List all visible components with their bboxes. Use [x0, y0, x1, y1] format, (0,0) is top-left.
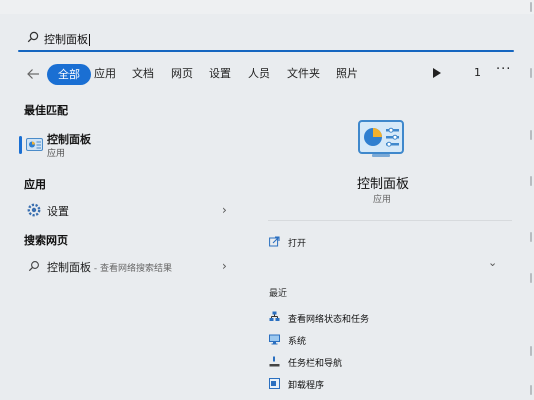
gear-icon	[27, 203, 41, 220]
search-icon	[27, 31, 39, 43]
best-match-subtitle: 应用	[47, 149, 66, 159]
detail-title: 控制面板	[357, 177, 410, 192]
back-arrow-icon[interactable]	[24, 65, 42, 83]
network-icon	[269, 311, 280, 325]
web-search-label: 控制面板	[47, 261, 91, 274]
tab-documents[interactable]: 文档	[132, 64, 154, 84]
divider	[268, 220, 512, 221]
recent-item-system[interactable]: 系统	[288, 334, 306, 347]
tab-settings[interactable]: 设置	[209, 64, 231, 84]
chevron-down-icon[interactable]: ⌄	[488, 256, 497, 269]
tab-web[interactable]: 网页	[171, 64, 193, 84]
play-icon[interactable]	[433, 68, 441, 78]
app-item-label: 设置	[47, 205, 69, 218]
scrollbar-mark	[530, 130, 532, 140]
taskbar-icon	[269, 356, 280, 370]
recent-item-network[interactable]: 查看网络状态和任务	[288, 312, 369, 325]
top-strip	[0, 0, 534, 14]
search-focus-underline	[18, 50, 514, 52]
section-best-match: 最佳匹配	[24, 104, 68, 117]
tab-folders[interactable]: 文件夹	[287, 64, 320, 84]
more-options-icon[interactable]: ···	[496, 62, 511, 77]
tab-photos[interactable]: 照片	[336, 64, 358, 84]
scrollbar-mark	[530, 385, 532, 395]
chevron-right-icon[interactable]: ›	[222, 203, 227, 217]
recent-item-taskbar[interactable]: 任务栏和导航	[288, 356, 342, 369]
chevron-right-icon[interactable]: ›	[222, 259, 227, 273]
scrollbar-mark	[530, 346, 532, 356]
scrollbar-mark	[530, 273, 532, 283]
section-apps: 应用	[24, 178, 46, 191]
search-box[interactable]	[18, 25, 514, 51]
detail-subtitle: 应用	[373, 195, 392, 205]
web-search-sub: - 查看网络搜索结果	[91, 264, 172, 274]
web-search-text: 控制面板 - 查看网络搜索结果	[47, 259, 172, 275]
section-web: 搜索网页	[24, 234, 68, 247]
recent-heading: 最近	[269, 289, 288, 299]
scrollbar-mark	[530, 176, 532, 186]
search-query-text: 控制面板	[44, 33, 88, 46]
scrollbar-mark	[530, 2, 532, 12]
scrollbar[interactable]	[527, 0, 534, 400]
uninstall-icon	[269, 378, 280, 392]
scrollbar-mark	[530, 68, 532, 78]
text-caret	[89, 34, 90, 46]
tab-apps[interactable]: 应用	[94, 64, 116, 84]
best-match-title: 控制面板	[47, 133, 91, 146]
control-panel-icon-large	[358, 120, 404, 163]
result-count: 1	[474, 66, 481, 79]
scrollbar-mark	[530, 232, 532, 242]
recent-item-uninstall[interactable]: 卸载程序	[288, 378, 324, 391]
search-input[interactable]: 控制面板	[44, 31, 90, 47]
tab-all[interactable]: 全部	[47, 64, 91, 85]
control-panel-icon	[26, 138, 43, 155]
open-label: 打开	[288, 239, 307, 249]
open-external-icon	[269, 236, 280, 250]
monitor-icon	[269, 334, 280, 348]
search-icon	[28, 260, 40, 275]
tab-people[interactable]: 人员	[248, 64, 270, 84]
